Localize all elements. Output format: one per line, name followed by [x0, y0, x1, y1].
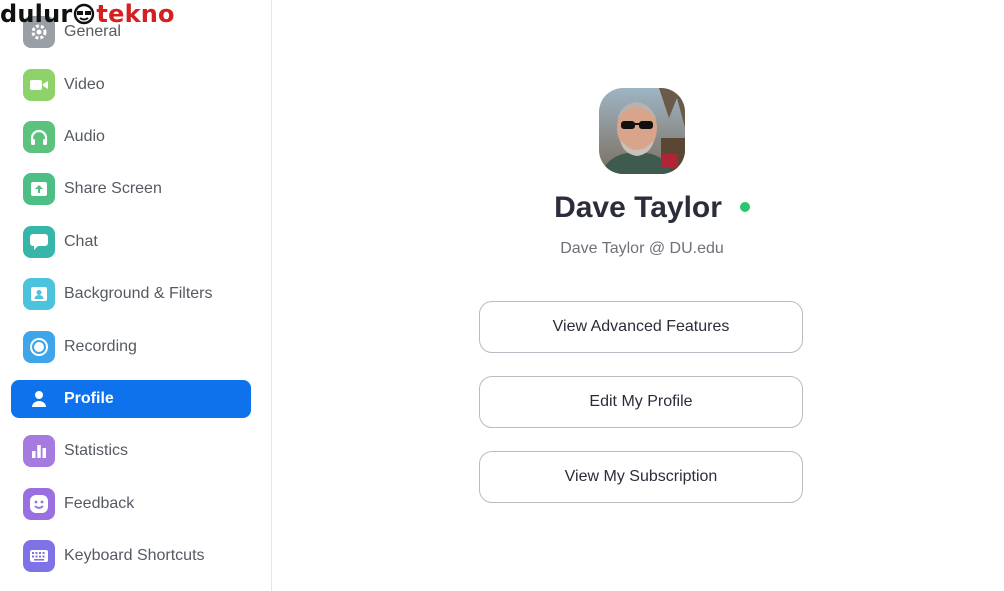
sidebar-item-profile[interactable]: Profile [11, 380, 251, 418]
chat-bubble-icon [23, 226, 55, 258]
bar-chart-icon [23, 435, 55, 467]
profile-name: Dave Taylor [554, 191, 722, 224]
sidebar-item-label: Recording [64, 338, 137, 355]
headphones-icon [23, 121, 55, 153]
watermark-text-tekno: tekno [96, 0, 175, 28]
watermark-logo: dulur tekno [0, 0, 175, 28]
settings-sidebar: General Video Audio Share Screen Chat Ba… [0, 0, 272, 591]
person-portrait-icon [23, 278, 55, 310]
video-camera-icon [23, 69, 55, 101]
share-screen-icon [23, 173, 55, 205]
view-my-subscription-button[interactable]: View My Subscription [479, 451, 803, 503]
profile-panel: Dave Taylor Dave Taylor @ DU.edu View Ad… [272, 0, 1004, 591]
sidebar-item-keyboard-shortcuts[interactable]: Keyboard Shortcuts [11, 537, 251, 575]
sidebar-item-recording[interactable]: Recording [11, 328, 251, 366]
sidebar-item-label: Statistics [64, 442, 129, 459]
glasses-face-icon [74, 3, 95, 25]
record-icon [23, 331, 55, 363]
avatar[interactable] [599, 88, 685, 174]
sidebar-item-video[interactable]: Video [11, 66, 251, 104]
sidebar-item-chat[interactable]: Chat [11, 223, 251, 261]
sidebar-item-label: Profile [64, 390, 114, 407]
smiley-icon [23, 488, 55, 520]
person-icon [23, 383, 55, 415]
sidebar-item-label: Audio [64, 128, 105, 145]
sidebar-item-feedback[interactable]: Feedback [11, 485, 251, 523]
sidebar-item-audio[interactable]: Audio [11, 118, 251, 156]
profile-email: Dave Taylor @ DU.edu [560, 240, 724, 257]
sidebar-item-label: Video [64, 76, 105, 93]
sidebar-item-share-screen[interactable]: Share Screen [11, 170, 251, 208]
view-advanced-features-button[interactable]: View Advanced Features [479, 301, 803, 353]
watermark-text-dulur: dulur [0, 0, 73, 28]
sidebar-item-label: Feedback [64, 495, 135, 512]
keyboard-icon [23, 540, 55, 572]
sidebar-item-statistics[interactable]: Statistics [11, 432, 251, 470]
edit-my-profile-button[interactable]: Edit My Profile [479, 376, 803, 428]
sidebar-item-label: Chat [64, 233, 98, 250]
sidebar-item-label: Background & Filters [64, 285, 213, 302]
sidebar-item-background-filters[interactable]: Background & Filters [11, 275, 251, 313]
sidebar-item-label: Share Screen [64, 180, 162, 197]
online-status-dot [740, 202, 750, 212]
sidebar-item-label: Keyboard Shortcuts [64, 547, 205, 564]
